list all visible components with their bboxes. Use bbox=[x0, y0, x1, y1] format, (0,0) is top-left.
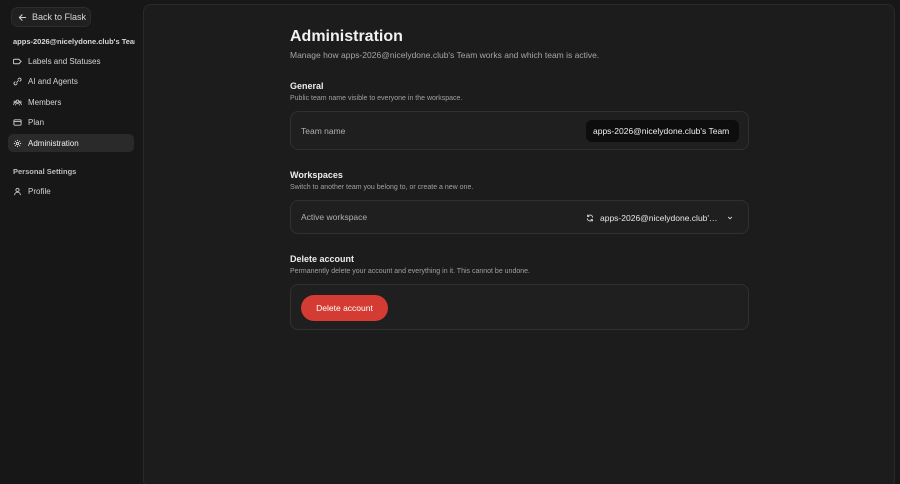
general-section-title: General bbox=[290, 81, 324, 91]
workspaces-section-description: Switch to another team you belong to, or… bbox=[290, 184, 474, 191]
active-workspace-value: apps-2026@nicelydone.club's Team bbox=[600, 213, 720, 223]
chevron-down-icon bbox=[727, 216, 733, 220]
gear-icon bbox=[13, 139, 22, 147]
page-title: Administration bbox=[290, 28, 403, 45]
user-icon bbox=[14, 187, 21, 195]
team-name-label: Team name bbox=[301, 126, 346, 136]
sidebar-item-label: Members bbox=[28, 97, 62, 107]
main-panel: Administration Manage how apps-2026@nice… bbox=[143, 4, 895, 484]
active-workspace-label: Active workspace bbox=[301, 212, 368, 222]
sidebar-item-profile[interactable]: Profile bbox=[8, 182, 134, 200]
delete-account-section-description: Permanently delete your account and ever… bbox=[290, 268, 530, 275]
sidebar-item-label: Plan bbox=[28, 117, 45, 127]
workspaces-card: Active workspace apps-2026@nicelydone.cl… bbox=[290, 200, 749, 234]
link-icon bbox=[13, 77, 22, 85]
sidebar-item-label: Labels and Statuses bbox=[28, 56, 101, 66]
tag-icon bbox=[13, 58, 22, 64]
app-window: Back to Flask apps-2026@nicelydone.club'… bbox=[0, 0, 900, 484]
sidebar-item-ai-and-agents[interactable]: AI and Agents bbox=[8, 72, 134, 90]
delete-account-section-title: Delete account bbox=[290, 254, 355, 264]
credit-card-icon bbox=[13, 118, 22, 126]
general-section-description: Public team name visible to everyone in … bbox=[290, 95, 463, 102]
sidebar-item-label: AI and Agents bbox=[28, 76, 78, 86]
sidebar-item-members[interactable]: Members bbox=[8, 93, 134, 111]
sidebar-item-label: Administration bbox=[28, 138, 79, 148]
arrow-left-icon bbox=[18, 13, 27, 21]
personal-settings-heading: Personal Settings bbox=[13, 167, 77, 176]
back-button-label: Back to Flask bbox=[32, 12, 87, 22]
sidebar-item-labels-and-statuses[interactable]: Labels and Statuses bbox=[8, 52, 134, 70]
active-workspace-select[interactable]: apps-2026@nicelydone.club's Team bbox=[586, 211, 734, 225]
sidebar-item-administration[interactable]: Administration bbox=[8, 134, 134, 152]
sidebar-item-label: Profile bbox=[28, 186, 51, 196]
sidebar: Back to Flask apps-2026@nicelydone.club'… bbox=[0, 0, 142, 484]
refresh-icon bbox=[586, 214, 594, 222]
workspaces-section-title: Workspaces bbox=[290, 170, 343, 180]
back-button[interactable]: Back to Flask bbox=[11, 7, 91, 27]
team-name-heading: apps-2026@nicelydone.club's Team bbox=[13, 37, 135, 46]
team-name-input[interactable] bbox=[586, 120, 739, 142]
general-card: Team name bbox=[290, 111, 749, 150]
delete-account-card: Delete account bbox=[290, 284, 749, 330]
page-subtitle: Manage how apps-2026@nicelydone.club's T… bbox=[290, 50, 600, 60]
sidebar-item-plan[interactable]: Plan bbox=[8, 113, 134, 131]
delete-account-button[interactable]: Delete account bbox=[301, 295, 388, 321]
users-icon bbox=[13, 99, 22, 105]
